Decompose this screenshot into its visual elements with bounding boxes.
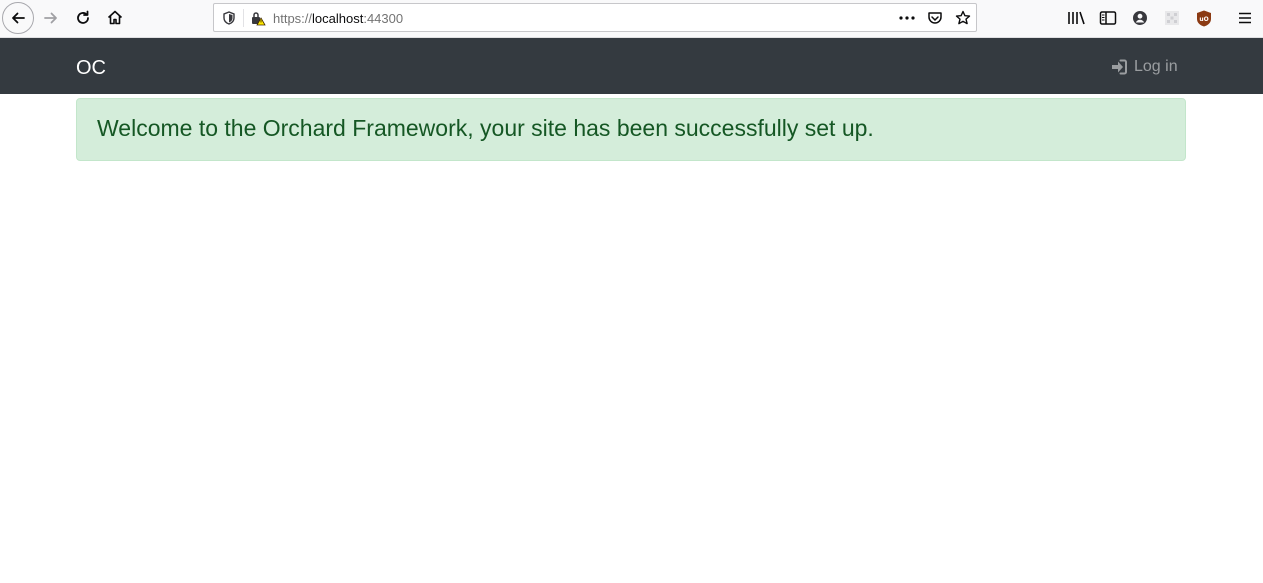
account-button[interactable] [1130, 8, 1150, 28]
back-arrow-icon [12, 12, 25, 24]
account-icon [1133, 11, 1147, 25]
svg-text:uO: uO [1199, 16, 1208, 23]
reload-button[interactable] [67, 2, 99, 34]
url-text[interactable]: https://localhost:44300 [273, 11, 403, 26]
browser-toolbar: https://localhost:44300 uO [0, 0, 1263, 38]
more-dots-icon [899, 16, 915, 20]
forward-button[interactable] [35, 2, 67, 34]
reload-icon [77, 10, 89, 24]
lock-warning-icon [252, 12, 266, 26]
library-button[interactable] [1066, 8, 1086, 28]
sidebar-icon [1099, 11, 1117, 25]
site-identity-button[interactable] [249, 9, 267, 27]
app-menu-button[interactable] [1235, 8, 1255, 28]
menu-icon [1239, 12, 1251, 24]
page-actions-button[interactable] [897, 9, 917, 27]
pocket-icon [928, 12, 942, 24]
ublock-button[interactable]: uO [1194, 8, 1214, 28]
bookmark-star-button[interactable] [954, 9, 972, 27]
library-icon [1068, 11, 1085, 25]
pocket-button[interactable] [926, 9, 944, 27]
home-icon [107, 10, 123, 25]
url-port: :44300 [363, 11, 404, 26]
login-label: Log in [1134, 58, 1178, 75]
url-scheme: https:// [273, 11, 313, 26]
success-alert: Welcome to the Orchard Framework, your s… [76, 98, 1186, 161]
extension-button[interactable] [1162, 8, 1182, 28]
ublock-icon: uO [1197, 10, 1211, 26]
star-icon [955, 10, 971, 25]
site-navbar: OC Log in [0, 38, 1263, 94]
extension-icon [1165, 11, 1179, 25]
shield-icon [223, 11, 235, 25]
forward-arrow-icon [44, 12, 57, 24]
url-host: localhost [312, 11, 364, 26]
home-button[interactable] [99, 2, 131, 34]
address-bar[interactable]: https://localhost:44300 [213, 3, 977, 32]
url-separator [243, 9, 244, 27]
sign-in-icon [1112, 59, 1127, 75]
brand-link[interactable]: OC [76, 56, 106, 80]
sidebar-button[interactable] [1098, 8, 1118, 28]
tracking-protection-button[interactable] [220, 9, 238, 27]
login-link[interactable]: Log in [1111, 57, 1178, 77]
back-button[interactable] [2, 2, 34, 34]
